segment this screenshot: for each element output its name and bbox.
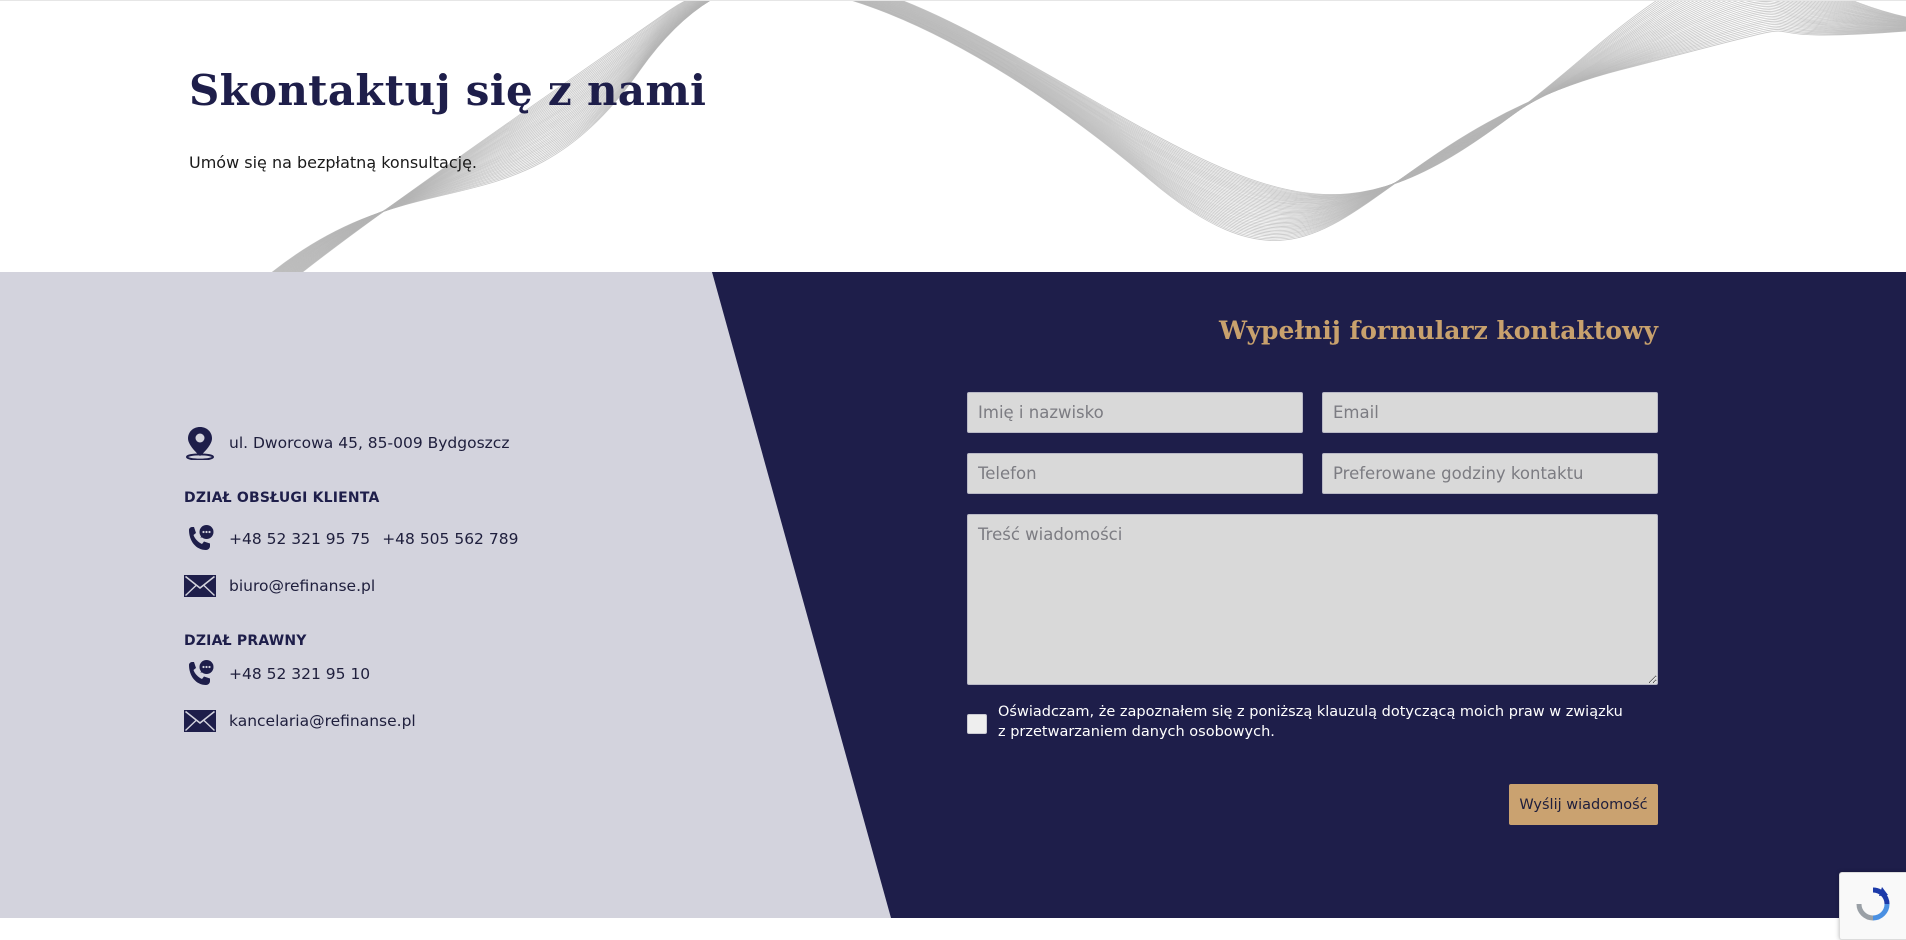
legal-email[interactable]: kancelaria@refinanse.pl xyxy=(229,712,416,730)
consent-label: Oświadczam, że zapoznałem się z poniższą… xyxy=(998,704,1623,740)
message-textarea[interactable] xyxy=(967,514,1658,685)
page-subtitle: Umów się na bezpłatną konsultację. xyxy=(189,153,478,172)
recaptcha-icon xyxy=(1854,885,1892,928)
envelope-icon xyxy=(184,570,216,602)
consent-checkbox[interactable] xyxy=(967,714,987,734)
page-title: Skontaktuj się z nami xyxy=(189,66,707,115)
form-title: Wypełnij formularz kontaktowy xyxy=(1219,316,1658,345)
customer-service-phone-1[interactable]: +48 52 321 95 75 xyxy=(229,530,370,548)
legal-department-heading: DZIAŁ PRAWNY xyxy=(184,633,307,649)
customer-service-heading: DZIAŁ OBSŁUGI KLIENTA xyxy=(184,490,380,506)
customer-service-phone-2[interactable]: +48 505 562 789 xyxy=(382,530,518,548)
legal-phone-row: +48 52 321 95 10 xyxy=(184,658,370,690)
preferred-hours-input[interactable] xyxy=(1322,453,1658,494)
phone-chat-icon xyxy=(184,523,216,555)
recaptcha-badge[interactable] xyxy=(1839,872,1906,940)
address-row: ul. Dworcowa 45, 85-009 Bydgoszcz xyxy=(184,427,510,460)
address-text: ul. Dworcowa 45, 85-009 Bydgoszcz xyxy=(229,434,510,452)
hero-section: Skontaktuj się z nami Umów się na bezpła… xyxy=(0,0,1906,272)
name-input[interactable] xyxy=(967,392,1303,433)
submit-button[interactable]: Wyślij wiadomość xyxy=(1509,784,1658,825)
legal-email-row: kancelaria@refinanse.pl xyxy=(184,705,416,737)
decorative-wave-lines xyxy=(272,0,1906,272)
email-input[interactable] xyxy=(1322,392,1658,433)
envelope-icon xyxy=(184,705,216,737)
map-pin-icon xyxy=(184,427,216,460)
customer-service-phone-row: +48 52 321 95 75 +48 505 562 789 xyxy=(184,523,518,555)
contact-section: ul. Dworcowa 45, 85-009 Bydgoszcz DZIAŁ … xyxy=(0,272,1906,918)
top-divider xyxy=(0,0,1906,1)
footer-strip xyxy=(0,918,1906,940)
legal-phone[interactable]: +48 52 321 95 10 xyxy=(229,665,370,683)
consent-row: Oświadczam, że zapoznałem się z poniższą… xyxy=(967,702,1628,742)
phone-input[interactable] xyxy=(967,453,1303,494)
customer-service-email-row: biuro@refinanse.pl xyxy=(184,570,375,602)
customer-service-email[interactable]: biuro@refinanse.pl xyxy=(229,577,375,595)
phone-chat-icon xyxy=(184,658,216,690)
